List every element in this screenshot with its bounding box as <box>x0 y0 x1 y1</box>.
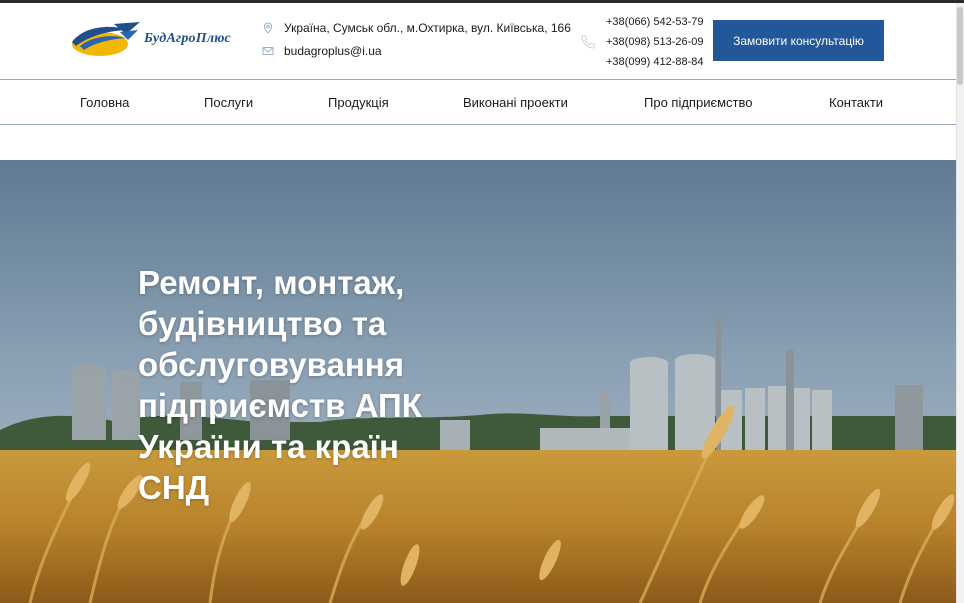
logo-emblem-icon <box>72 22 140 56</box>
email[interactable]: budagroplus@i.ua <box>262 44 382 58</box>
map-pin-icon <box>263 22 273 34</box>
nav-item-contacts[interactable]: Контакти <box>829 95 883 110</box>
nav-item-projects[interactable]: Виконані проекти <box>463 95 568 110</box>
phone-block: +38(066) 542-53-79 +38(098) 513-26-09 +3… <box>580 12 704 72</box>
order-consultation-button[interactable]: Замовити консультацію <box>713 20 884 61</box>
main-nav: Головна Послуги Продукція Виконані проек… <box>0 79 956 125</box>
address-text: Україна, Сумськ обл., м.Охтирка, вул. Ки… <box>284 21 571 35</box>
logo-text: БудАгроПлюс <box>144 31 231 46</box>
hero-title-line: СНД <box>138 469 210 506</box>
envelope-icon <box>262 47 274 55</box>
nav-item-home[interactable]: Головна <box>80 95 129 110</box>
phone-icon <box>581 35 595 49</box>
phone-2[interactable]: +38(098) 513-26-09 <box>606 32 704 52</box>
email-text[interactable]: budagroplus@i.ua <box>284 44 382 58</box>
page-scrollbar[interactable] <box>956 3 964 603</box>
site-header: БудАгроПлюс Україна, Сумськ обл., м.Охти… <box>0 3 956 79</box>
hero-title-line: Ремонт, монтаж, <box>138 264 405 301</box>
hero-title-line: обслуговування <box>138 346 404 383</box>
hero-title-line: будівництво та <box>138 305 387 342</box>
scrollbar-thumb[interactable] <box>957 7 963 85</box>
phone-1[interactable]: +38(066) 542-53-79 <box>606 12 704 32</box>
address: Україна, Сумськ обл., м.Охтирка, вул. Ки… <box>262 21 571 35</box>
nav-item-services[interactable]: Послуги <box>204 95 253 110</box>
phone-list: +38(066) 542-53-79 +38(098) 513-26-09 +3… <box>606 12 704 72</box>
hero-banner: Ремонт, монтаж, будівництво та обслугову… <box>0 160 964 603</box>
hero-title-line: України та країн <box>138 428 399 465</box>
hero-title-line: підприємств АПК <box>138 387 422 424</box>
nav-item-products[interactable]: Продукція <box>328 95 389 110</box>
nav-item-about[interactable]: Про підприємство <box>644 95 752 110</box>
hero-title: Ремонт, монтаж, будівництво та обслугову… <box>138 262 468 508</box>
phone-3[interactable]: +38(099) 412-88-84 <box>606 52 704 72</box>
logo[interactable]: БудАгроПлюс <box>70 19 245 59</box>
